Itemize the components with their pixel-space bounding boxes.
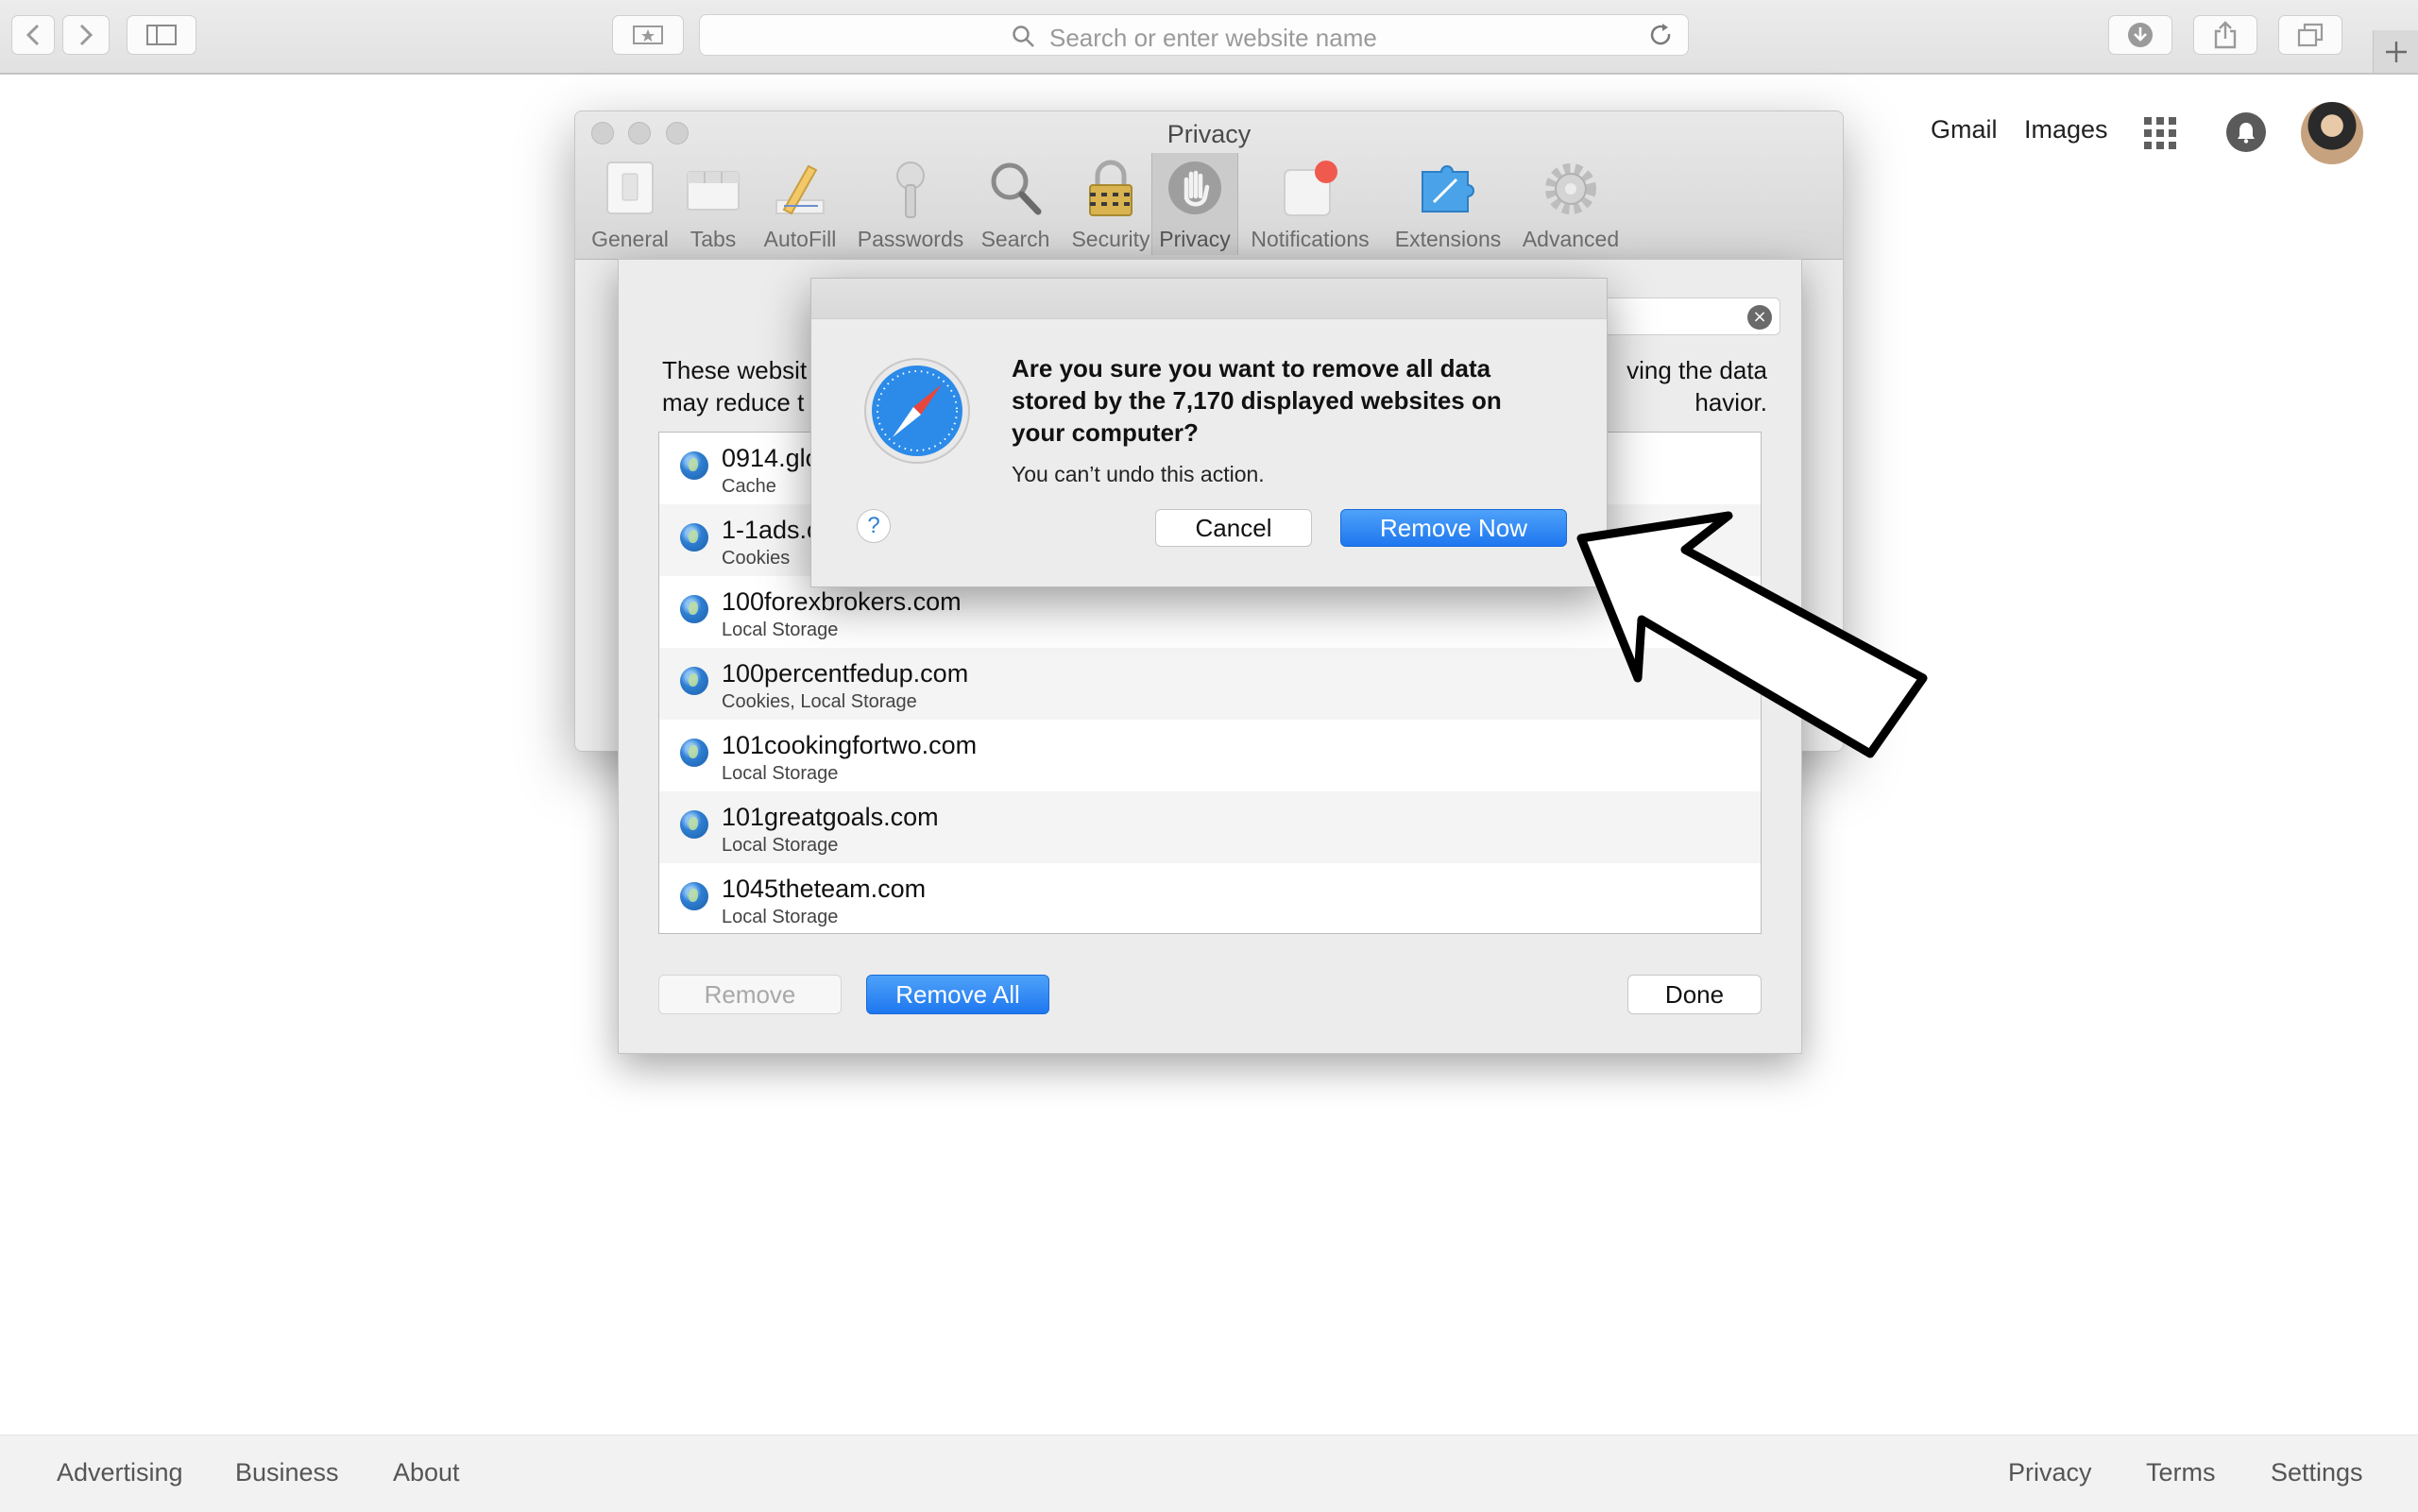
- notifications-icon: [1284, 161, 1337, 216]
- remove-now-button[interactable]: Remove Now: [1340, 509, 1567, 547]
- chevron-right-icon: [79, 24, 94, 46]
- sidebar-icon: [146, 25, 177, 45]
- tab-tabs[interactable]: Tabs: [675, 153, 751, 255]
- tab-overview-icon: [2297, 23, 2324, 47]
- site-data-kind: Local Storage: [722, 835, 839, 856]
- globe-icon: [680, 523, 708, 552]
- site-domain: 1045theteam.com: [722, 875, 927, 903]
- remove-button[interactable]: Remove: [658, 975, 842, 1014]
- favorites-button[interactable]: [612, 15, 684, 55]
- pointer-arrow-annotation: [1576, 511, 1928, 758]
- footer-terms-link[interactable]: Terms: [2146, 1458, 2216, 1487]
- site-data-kind: Cookies, Local Storage: [722, 691, 917, 712]
- download-icon: [2128, 23, 2153, 47]
- remove-all-button[interactable]: Remove All: [866, 975, 1049, 1014]
- tabs-icon: [687, 171, 740, 211]
- list-item[interactable]: 101greatgoals.com Local Storage: [659, 791, 1761, 863]
- site-domain: 101cookingfortwo.com: [722, 731, 978, 759]
- general-icon: [606, 161, 654, 214]
- plus-icon: [2386, 41, 2407, 62]
- footer-about-link[interactable]: About: [393, 1458, 460, 1487]
- puzzle-icon: [1422, 165, 1474, 212]
- globe-icon: [680, 882, 708, 910]
- site-domain: 100percentfedup.com: [722, 659, 969, 688]
- safari-compass-icon: [864, 358, 970, 464]
- description-right-line-2: havior.: [1694, 388, 1767, 416]
- downloads-button[interactable]: [2108, 15, 2172, 55]
- globe-icon: [680, 667, 708, 695]
- lock-icon: [1089, 160, 1132, 216]
- help-button[interactable]: ?: [857, 509, 891, 543]
- tab-autofill[interactable]: AutoFill: [753, 153, 847, 255]
- site-data-kind: Cookies: [722, 548, 791, 569]
- footer-privacy-link[interactable]: Privacy: [2008, 1458, 2092, 1487]
- tab-general[interactable]: General: [587, 153, 673, 255]
- tab-search[interactable]: Search: [972, 153, 1059, 255]
- account-avatar[interactable]: [2301, 102, 2363, 164]
- back-button[interactable]: [11, 15, 55, 55]
- address-bar[interactable]: Search or enter website name: [699, 14, 1689, 56]
- tab-notifications[interactable]: Notifications: [1238, 153, 1382, 255]
- tab-security[interactable]: Security: [1059, 153, 1163, 255]
- description-right: ving the data havior.: [1626, 354, 1767, 418]
- reload-icon[interactable]: [1648, 23, 1675, 49]
- confirm-remove-alert: Are you sure you want to remove all data…: [810, 278, 1608, 587]
- site-domain: 1-1ads.c: [722, 516, 820, 544]
- google-footer: Advertising Business About Privacy Terms…: [0, 1435, 2418, 1512]
- site-domain: 0914.glo: [722, 444, 820, 472]
- footer-advertising-link[interactable]: Advertising: [57, 1458, 183, 1487]
- preferences-title: Privacy: [1166, 120, 1252, 148]
- notifications-bell-icon[interactable]: [2226, 112, 2266, 152]
- globe-icon: [680, 810, 708, 839]
- site-domain: 101greatgoals.com: [722, 803, 939, 831]
- tab-extensions[interactable]: Extensions: [1382, 153, 1514, 255]
- preferences-toolbar: Privacy General Tabs AutoFill Passwords …: [575, 111, 1843, 260]
- key-icon: [896, 161, 925, 218]
- site-data-kind: Local Storage: [722, 907, 839, 927]
- globe-icon: [680, 451, 708, 480]
- site-data-kind: Local Storage: [722, 763, 839, 784]
- globe-icon: [680, 595, 708, 623]
- alert-titlebar: [811, 279, 1607, 319]
- gear-icon: [1545, 163, 1596, 214]
- share-icon: [2214, 21, 2237, 49]
- tabs-overview-button[interactable]: [2278, 15, 2342, 55]
- alert-message: Are you sure you want to remove all data…: [1012, 354, 1502, 447]
- gmail-link[interactable]: Gmail: [1931, 115, 1998, 144]
- site-domain: 100forexbrokers.com: [722, 587, 962, 616]
- address-placeholder: Search or enter website name: [1049, 24, 1377, 52]
- autofill-icon: [775, 164, 825, 215]
- cancel-button[interactable]: Cancel: [1155, 509, 1312, 547]
- share-button[interactable]: [2193, 15, 2257, 55]
- site-data-kind: Local Storage: [722, 620, 839, 640]
- done-button[interactable]: Done: [1627, 975, 1762, 1014]
- footer-settings-link[interactable]: Settings: [2271, 1458, 2363, 1487]
- alert-informative-text: You can’t undo this action.: [1012, 462, 1265, 486]
- list-item[interactable]: 1045theteam.com Local Storage: [659, 863, 1761, 933]
- clear-search-icon[interactable]: ×: [1747, 305, 1772, 330]
- search-icon: [991, 162, 1042, 215]
- apps-grid-icon[interactable]: [2144, 117, 2176, 149]
- search-icon: [1013, 25, 1034, 47]
- description-right-line-1: ving the data: [1626, 356, 1767, 384]
- images-link[interactable]: Images: [2024, 115, 2108, 144]
- chevron-left-icon: [26, 24, 40, 46]
- bookmark-star-icon: [633, 25, 663, 44]
- new-tab-button[interactable]: [2373, 30, 2418, 73]
- site-data-kind: Cache: [722, 476, 776, 497]
- tab-advanced[interactable]: Advanced: [1514, 153, 1627, 255]
- sidebar-button[interactable]: [127, 15, 196, 55]
- globe-icon: [680, 739, 708, 767]
- browser-toolbar: Search or enter website name: [0, 0, 2418, 75]
- footer-business-link[interactable]: Business: [235, 1458, 339, 1487]
- tab-passwords[interactable]: Passwords: [849, 153, 972, 255]
- forward-button[interactable]: [62, 15, 110, 55]
- hand-icon: [1168, 161, 1221, 214]
- tab-privacy[interactable]: Privacy: [1151, 153, 1238, 255]
